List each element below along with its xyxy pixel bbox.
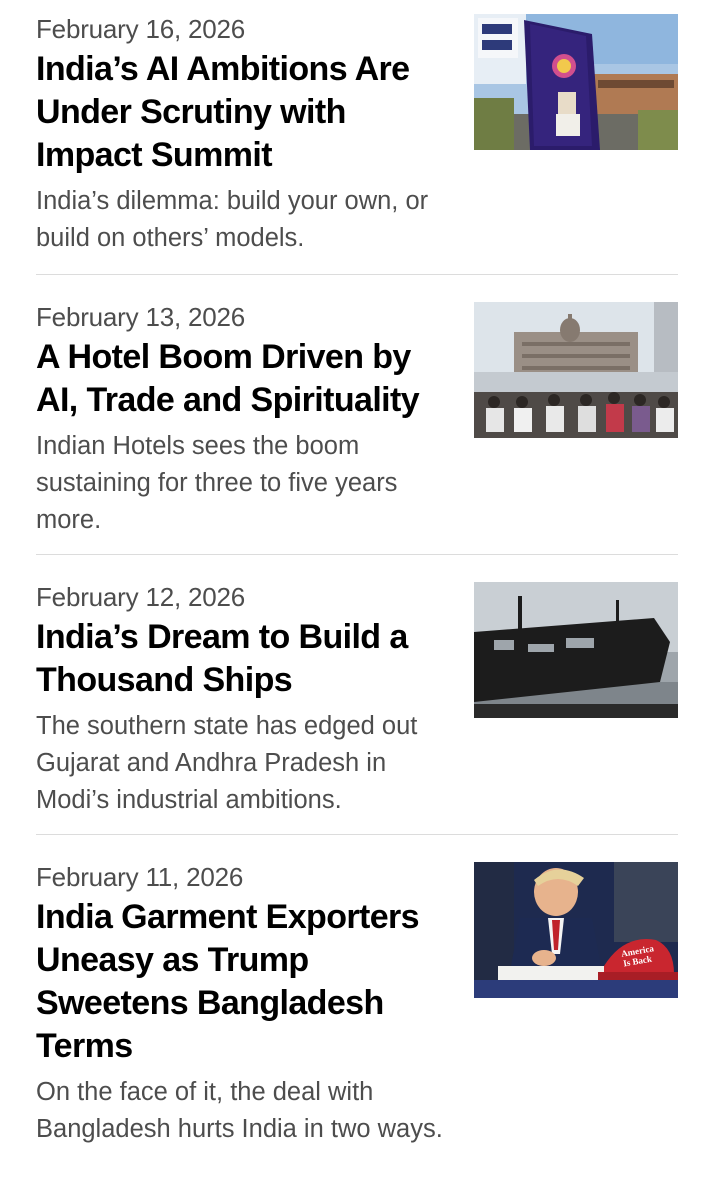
- article-thumbnail[interactable]: America Is Back: [474, 862, 678, 998]
- article-text: February 12, 2026 India’s Dream to Build…: [36, 582, 456, 819]
- cargo-ship-image: [474, 582, 678, 718]
- article-date: February 11, 2026: [36, 862, 244, 892]
- article-dek: The southern state has edged out Gujarat…: [36, 712, 418, 814]
- article-card[interactable]: February 11, 2026 India Garment Exporter…: [36, 862, 678, 1182]
- article-thumbnail[interactable]: [474, 582, 678, 718]
- trump-signing-image: America Is Back: [474, 862, 678, 998]
- article-headline[interactable]: India Garment Exporters Uneasy as Trump …: [36, 896, 456, 1068]
- divider: [36, 554, 678, 555]
- article-dek: India’s dilemma: build your own, or buil…: [36, 187, 429, 252]
- article-date: February 13, 2026: [36, 302, 246, 332]
- taj-hotel-waterfront-image: [474, 302, 678, 438]
- article-text: February 13, 2026 A Hotel Boom Driven by…: [36, 302, 456, 539]
- article-card[interactable]: February 13, 2026 A Hotel Boom Driven by…: [36, 302, 678, 534]
- article-date: February 16, 2026: [36, 14, 246, 44]
- article-text: February 11, 2026 India Garment Exporter…: [36, 862, 456, 1148]
- article-date: February 12, 2026: [36, 582, 246, 612]
- article-headline[interactable]: A Hotel Boom Driven by AI, Trade and Spi…: [36, 336, 456, 422]
- article-headline[interactable]: India’s AI Ambitions Are Under Scrutiny …: [36, 48, 456, 177]
- ai-summit-billboard-image: [474, 14, 678, 150]
- article-dek: On the face of it, the deal with Banglad…: [36, 1078, 443, 1143]
- divider: [36, 274, 678, 275]
- article-card[interactable]: February 12, 2026 India’s Dream to Build…: [36, 582, 678, 814]
- article-dek: Indian Hotels sees the boom sustaining f…: [36, 432, 398, 534]
- article-thumbnail[interactable]: [474, 302, 678, 438]
- article-card[interactable]: February 16, 2026 India’s AI Ambitions A…: [36, 14, 678, 254]
- article-text: February 16, 2026 India’s AI Ambitions A…: [36, 14, 456, 257]
- article-thumbnail[interactable]: [474, 14, 678, 150]
- divider: [36, 834, 678, 835]
- article-headline[interactable]: India’s Dream to Build a Thousand Ships: [36, 616, 456, 702]
